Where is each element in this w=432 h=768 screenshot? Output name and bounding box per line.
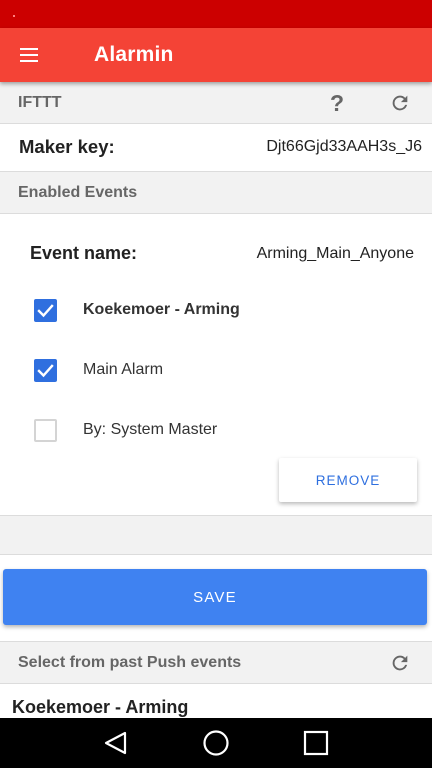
back-button[interactable] bbox=[91, 718, 141, 768]
ifttt-header-label: IFTTT bbox=[18, 93, 62, 111]
refresh-button[interactable] bbox=[385, 88, 415, 118]
home-icon bbox=[203, 730, 229, 756]
recents-button[interactable] bbox=[291, 718, 341, 768]
checkbox-label: Main Alarm bbox=[83, 361, 164, 378]
event-name-value[interactable]: Arming_Main_Anyone bbox=[257, 245, 414, 263]
event-card: Event name: Arming_Main_Anyone Koekemoer… bbox=[0, 214, 432, 516]
checkbox-row-system-master[interactable]: By: System Master bbox=[0, 411, 432, 451]
refresh-icon bbox=[392, 95, 408, 111]
enabled-events-header: Enabled Events bbox=[0, 172, 432, 214]
maker-key-row: Maker key: Djt66Gjd33AAH3s_J6 bbox=[0, 124, 432, 172]
app-title: Alarmin bbox=[94, 43, 174, 66]
checkbox-label: Koekemoer - Arming bbox=[83, 301, 240, 318]
checkbox-row-koekemoer-arming[interactable]: Koekemoer - Arming bbox=[0, 291, 432, 331]
enabled-events-label: Enabled Events bbox=[18, 183, 138, 201]
save-button[interactable]: SAVE bbox=[3, 569, 427, 625]
help-icon: ? bbox=[329, 89, 345, 116]
past-events-header: Select from past Push events bbox=[0, 642, 432, 684]
status-bar bbox=[0, 0, 432, 28]
checkbox-checked-icon[interactable] bbox=[34, 359, 57, 382]
checkbox-unchecked-icon[interactable] bbox=[34, 419, 57, 442]
past-events-label: Select from past Push events bbox=[18, 653, 242, 671]
menu-icon bbox=[20, 48, 38, 62]
refresh-icon bbox=[392, 655, 408, 671]
checkbox-row-main-alarm[interactable]: Main Alarm bbox=[0, 351, 432, 391]
nav-bar bbox=[0, 718, 432, 768]
recents-icon bbox=[303, 730, 329, 756]
checkbox-checked-icon[interactable] bbox=[34, 299, 57, 322]
event-name-label: Event name: bbox=[30, 243, 138, 263]
maker-key-label: Maker key: bbox=[19, 136, 115, 157]
refresh-past-button[interactable] bbox=[385, 648, 415, 678]
maker-key-value[interactable]: Djt66Gjd33AAH3s_J6 bbox=[266, 138, 422, 156]
status-dot bbox=[13, 15, 15, 17]
back-icon bbox=[104, 731, 127, 755]
menu-button[interactable] bbox=[0, 28, 58, 82]
past-event-label: Koekemoer - Arming bbox=[12, 697, 189, 717]
remove-button[interactable]: REMOVE bbox=[279, 458, 417, 502]
ifttt-section-header: IFTTT ? bbox=[0, 82, 432, 124]
help-button[interactable]: ? bbox=[322, 87, 352, 119]
checkbox-label: By: System Master bbox=[83, 421, 218, 438]
app-bar: Alarmin bbox=[0, 28, 432, 82]
home-button[interactable] bbox=[191, 718, 241, 768]
